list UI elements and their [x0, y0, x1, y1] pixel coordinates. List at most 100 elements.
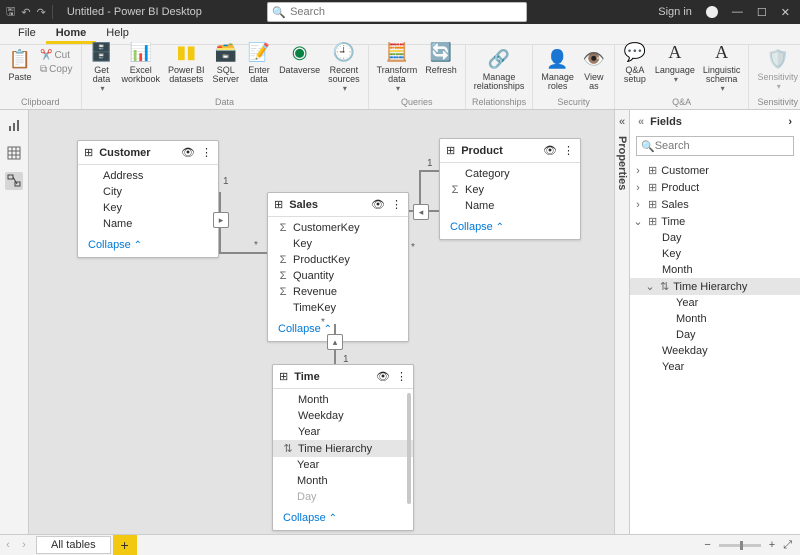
- relationship-filter-icon[interactable]: ▸: [213, 212, 229, 228]
- new-page-button[interactable]: +: [113, 535, 137, 555]
- dataverse-button[interactable]: ◉Dataverse: [277, 38, 322, 77]
- field-row[interactable]: Category: [440, 166, 580, 182]
- tab-file[interactable]: File: [8, 24, 46, 44]
- copy-button[interactable]: ⧉Copy: [38, 63, 75, 76]
- tree-field[interactable]: Weekday: [630, 343, 800, 359]
- field-row[interactable]: ΣCustomerKey: [268, 220, 408, 236]
- field-row-hierarchy[interactable]: ⇅Time Hierarchy: [273, 440, 413, 457]
- collapse-link[interactable]: Collapse: [450, 221, 504, 233]
- excel-button[interactable]: 📊Excel workbook: [120, 38, 163, 86]
- more-icon[interactable]: ⋮: [201, 146, 212, 159]
- paste-button[interactable]: 📋 Paste: [6, 45, 34, 84]
- field-row[interactable]: Address: [78, 168, 218, 184]
- minimize-button[interactable]: —: [732, 6, 743, 18]
- sign-in-link[interactable]: Sign in: [658, 6, 692, 18]
- tree-node-sales[interactable]: ›⊞Sales: [630, 196, 800, 213]
- field-row[interactable]: Year: [273, 424, 413, 440]
- cut-button[interactable]: ✂️Cut: [38, 49, 75, 62]
- page-nav-prev[interactable]: ‹: [0, 539, 16, 551]
- collapse-link[interactable]: Collapse: [88, 239, 142, 251]
- relationship-line[interactable]: [219, 252, 267, 254]
- field-row[interactable]: Key: [268, 236, 408, 252]
- tree-field[interactable]: Month: [630, 311, 800, 327]
- tree-field[interactable]: Year: [630, 359, 800, 375]
- enter-data-button[interactable]: 📝Enter data: [245, 38, 273, 86]
- field-row[interactable]: ΣKey: [440, 182, 580, 198]
- tree-field[interactable]: Day: [630, 230, 800, 246]
- visibility-icon[interactable]: 👁: [376, 370, 390, 383]
- more-icon[interactable]: ⋮: [396, 370, 407, 383]
- manage-roles-button[interactable]: 👤Manage roles: [539, 45, 576, 93]
- view-as-button[interactable]: 👁️View as: [580, 45, 608, 93]
- tree-field[interactable]: Key: [630, 246, 800, 262]
- collapse-pane-icon[interactable]: «: [638, 116, 644, 128]
- zoom-in-button[interactable]: +: [769, 539, 775, 551]
- tree-node-time-hierarchy[interactable]: ⌄⇅Time Hierarchy: [630, 278, 800, 295]
- entity-customer[interactable]: ⊞ Customer 👁 ⋮ Address City Key Name Col…: [77, 140, 219, 258]
- entity-time[interactable]: ⊞ Time 👁 ⋮ Month Weekday Year ⇅Time Hier…: [272, 364, 414, 531]
- data-view-button[interactable]: [5, 144, 23, 162]
- field-row[interactable]: Day: [273, 489, 413, 505]
- field-row[interactable]: Month: [273, 473, 413, 489]
- relationship-line[interactable]: [419, 170, 439, 172]
- entity-product[interactable]: ⊞ Product 👁 ⋮ Category ΣKey Name Collaps…: [439, 138, 581, 240]
- field-row[interactable]: Name: [440, 198, 580, 214]
- page-tab-all-tables[interactable]: All tables: [36, 536, 111, 554]
- field-row[interactable]: Year: [273, 457, 413, 473]
- save-icon[interactable]: 🖫: [6, 3, 15, 22]
- linguistic-schema-button[interactable]: ALinguistic schema: [701, 38, 743, 95]
- zoom-slider[interactable]: [719, 544, 761, 547]
- field-row[interactable]: ΣProductKey: [268, 252, 408, 268]
- visibility-icon[interactable]: 👁: [543, 144, 557, 157]
- tree-node-product[interactable]: ›⊞Product: [630, 179, 800, 196]
- tree-node-time[interactable]: ⌄⊞Time: [630, 213, 800, 230]
- refresh-button[interactable]: 🔄Refresh: [423, 38, 459, 77]
- model-canvas[interactable]: ⊞ Customer 👁 ⋮ Address City Key Name Col…: [29, 110, 614, 534]
- get-data-button[interactable]: 🗄️Get data: [88, 38, 116, 95]
- field-row[interactable]: TimeKey: [268, 300, 408, 316]
- more-icon[interactable]: ⋮: [563, 144, 574, 157]
- pbi-datasets-button[interactable]: ▮▮Power BI datasets: [166, 38, 207, 86]
- title-search[interactable]: 🔍 Search: [267, 2, 527, 22]
- properties-pane-collapsed[interactable]: « Properties: [614, 110, 629, 534]
- field-row[interactable]: ΣRevenue: [268, 284, 408, 300]
- collapse-link[interactable]: Collapse: [283, 512, 337, 524]
- roles-icon: 👤: [546, 47, 570, 71]
- redo-icon[interactable]: ↷: [37, 6, 46, 19]
- more-icon[interactable]: ⋮: [391, 198, 402, 211]
- sensitivity-button[interactable]: 🛡️Sensitivity: [755, 45, 800, 93]
- field-row[interactable]: Name: [78, 216, 218, 232]
- recent-sources-button[interactable]: 🕘Recent sources: [326, 38, 362, 95]
- field-row[interactable]: Key: [78, 200, 218, 216]
- tree-node-customer[interactable]: ›⊞Customer: [630, 162, 800, 179]
- relationship-filter-icon[interactable]: ◂: [413, 204, 429, 220]
- relationship-filter-icon[interactable]: ▴: [327, 334, 343, 350]
- field-row[interactable]: Weekday: [273, 408, 413, 424]
- visibility-icon[interactable]: 👁: [181, 146, 195, 159]
- fields-search[interactable]: 🔍 Search: [636, 136, 794, 156]
- fit-to-page-button[interactable]: ⤢: [783, 539, 792, 552]
- tree-field[interactable]: Day: [630, 327, 800, 343]
- model-view-button[interactable]: [5, 172, 23, 190]
- field-row[interactable]: City: [78, 184, 218, 200]
- sql-server-button[interactable]: 🗃️SQL Server: [211, 38, 242, 86]
- field-row[interactable]: Month: [273, 392, 413, 408]
- page-nav-next[interactable]: ›: [16, 539, 32, 551]
- visibility-icon[interactable]: 👁: [371, 198, 385, 211]
- chevron-right-icon[interactable]: ›: [788, 116, 792, 128]
- field-row[interactable]: ΣQuantity: [268, 268, 408, 284]
- user-avatar[interactable]: [706, 6, 718, 18]
- tree-field[interactable]: Year: [630, 295, 800, 311]
- transform-data-button[interactable]: 🧮Transform data: [375, 38, 420, 95]
- scrollbar[interactable]: [407, 393, 411, 504]
- entity-sales[interactable]: ⊞ Sales 👁 ⋮ ΣCustomerKey Key ΣProductKey…: [267, 192, 409, 342]
- language-button[interactable]: ALanguage: [653, 38, 697, 86]
- tree-field[interactable]: Month: [630, 262, 800, 278]
- close-button[interactable]: ✕: [781, 6, 790, 19]
- qa-setup-button[interactable]: 💬Q&A setup: [621, 38, 649, 86]
- restore-button[interactable]: ☐: [757, 6, 767, 19]
- zoom-out-button[interactable]: −: [704, 539, 710, 551]
- manage-relationships-button[interactable]: 🔗Manage relationships: [472, 45, 527, 93]
- report-view-button[interactable]: [5, 116, 23, 134]
- undo-icon[interactable]: ↶: [21, 6, 30, 19]
